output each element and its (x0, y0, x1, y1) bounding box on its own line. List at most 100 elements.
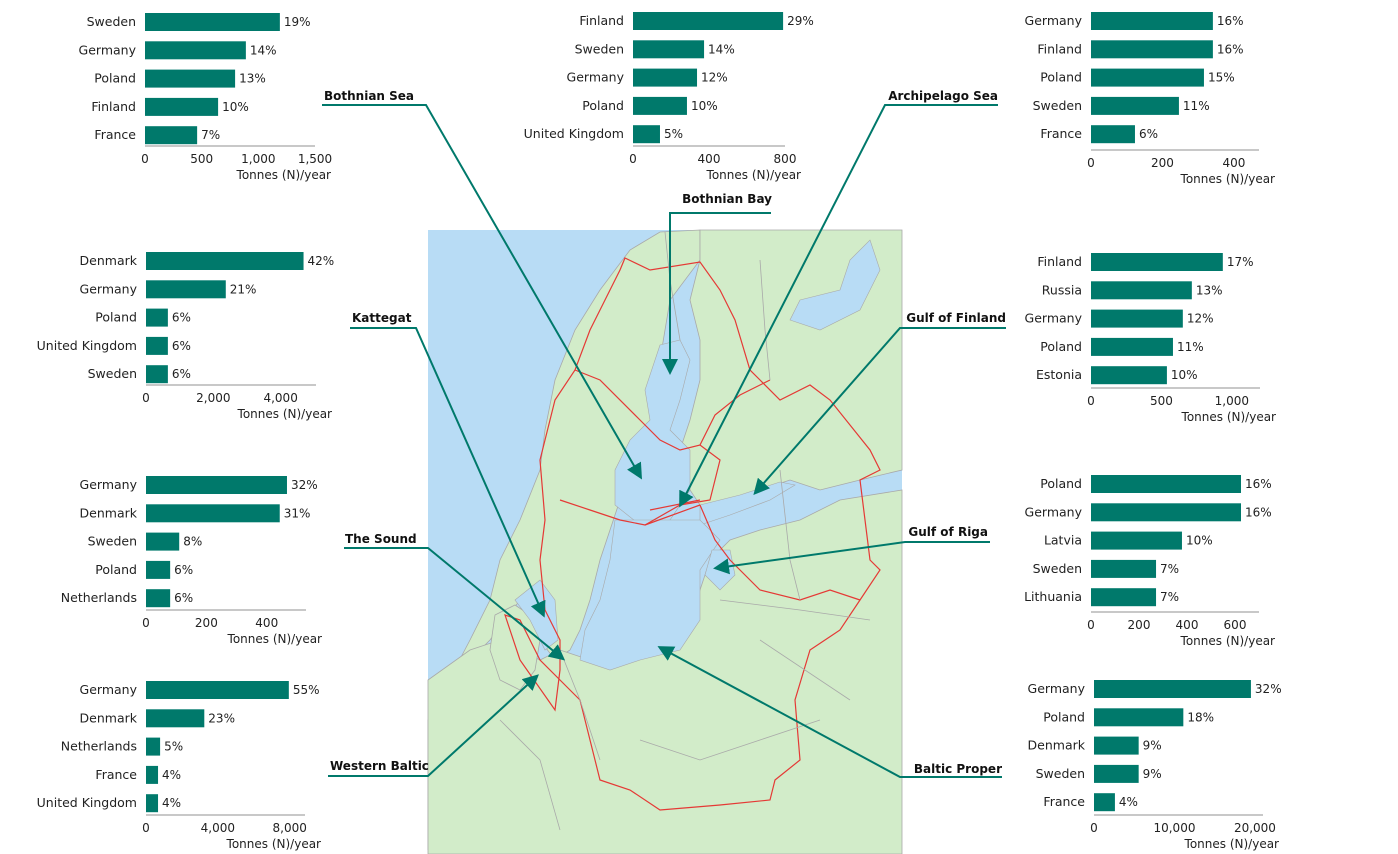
category-label: Netherlands (61, 739, 137, 754)
tick-label: 200 (1128, 618, 1151, 632)
tick-label: 200 (1151, 156, 1174, 170)
bar-germany (1091, 309, 1183, 328)
value-label: 10% (1186, 534, 1213, 548)
category-label: Germany (1028, 681, 1086, 696)
bar-france (1094, 793, 1115, 812)
x-axis-title: Tonnes (N)/year (1180, 172, 1276, 186)
category-label: Finland (579, 13, 624, 28)
category-label: Estonia (1036, 367, 1082, 382)
category-label: Poland (1040, 339, 1082, 354)
x-axis-title: Tonnes (N)/year (1181, 410, 1277, 424)
category-label: Sweden (1033, 561, 1082, 576)
category-label: Germany (80, 281, 138, 296)
category-label: United Kingdom (37, 338, 137, 353)
tick-label: 0 (1087, 618, 1095, 632)
value-label: 6% (1139, 127, 1158, 141)
bar-germany (146, 476, 287, 494)
value-label: 5% (664, 127, 683, 141)
bar-sweden (146, 365, 168, 384)
tick-label: 0 (142, 391, 150, 405)
bar-denmark (146, 252, 304, 270)
tick-label: 500 (1150, 394, 1173, 408)
value-label: 18% (1187, 710, 1214, 724)
x-axis-title: Tonnes (N)/year (1180, 634, 1276, 648)
tick-label: 2,000 (196, 391, 230, 405)
region-label-the-sound: The Sound (345, 532, 417, 546)
chart-baltic-proper: Germany 32% Poland 18% Denmark 9% Sweden 9% Fran… (1028, 680, 1282, 851)
bar-finland (1091, 40, 1213, 59)
category-label: Sweden (87, 14, 136, 29)
category-label: Germany (567, 70, 625, 85)
category-label: Denmark (80, 253, 138, 268)
bar-poland (1091, 68, 1204, 87)
bar-sweden (1091, 96, 1179, 115)
bar-poland (1094, 708, 1184, 727)
region-label-western-baltic: Western Baltic (330, 759, 429, 773)
value-label: 11% (1183, 99, 1210, 113)
value-label: 55% (293, 683, 320, 697)
x-axis-title: Tonnes (N)/year (1184, 837, 1280, 851)
bar-poland (146, 560, 171, 579)
value-label: 5% (164, 740, 183, 754)
tick-label: 400 (1223, 156, 1246, 170)
bar-france (1091, 125, 1135, 144)
chart-bothnian-bay: Germany 16% Finland 16% Poland 15% Sweden 11% Fr… (1025, 12, 1276, 186)
bar-united-kingdom (146, 336, 168, 355)
category-label: Poland (1040, 476, 1082, 491)
tick-label: 400 (698, 152, 721, 166)
category-label: Germany (1025, 13, 1083, 28)
figure: Bothnian Sea Bothnian Bay Archipelago Se… (37, 12, 1282, 854)
bar-germany (1091, 12, 1213, 30)
category-label: Germany (1025, 504, 1083, 519)
bar-germany (146, 280, 226, 299)
x-axis-title: Tonnes (N)/year (706, 168, 802, 182)
tick-label: 200 (195, 616, 218, 630)
tick-label: 4,000 (263, 391, 297, 405)
value-label: 9% (1143, 739, 1162, 753)
bar-sweden (145, 13, 280, 31)
bar-finland (633, 12, 784, 30)
tick-label: 400 (1176, 618, 1199, 632)
value-label: 9% (1143, 767, 1162, 781)
bar-poland (146, 308, 168, 327)
category-label: Finland (1037, 254, 1082, 269)
chart-kattegat: Denmark 42% Germany 21% Poland 6% United Kingd… (37, 252, 335, 421)
category-label: Finland (1037, 41, 1082, 56)
value-label: 6% (172, 339, 191, 353)
bar-estonia (1091, 366, 1167, 385)
bar-poland (1091, 475, 1241, 493)
baltic-map (427, 229, 903, 854)
category-label: Sweden (1036, 766, 1085, 781)
category-label: Sweden (1033, 98, 1082, 113)
chart-archipelago-sea: Finland 29% Sweden 14% Germany 12% Poland 10% Un… (524, 12, 814, 182)
bar-poland (1091, 337, 1173, 356)
bar-netherlands (146, 737, 161, 756)
region-label-bothnian-sea: Bothnian Sea (324, 89, 414, 103)
value-label: 16% (1245, 477, 1272, 491)
value-label: 16% (1217, 14, 1244, 28)
category-label: Poland (582, 98, 624, 113)
value-label: 6% (174, 563, 193, 577)
category-label: United Kingdom (524, 126, 624, 141)
bar-poland (145, 69, 236, 88)
category-label: Sweden (575, 41, 624, 56)
value-label: 14% (708, 42, 735, 56)
category-label: United Kingdom (37, 795, 137, 810)
bar-germany (145, 41, 246, 60)
value-label: 32% (1255, 682, 1282, 696)
category-label: Lithuania (1024, 589, 1082, 604)
value-label: 31% (284, 506, 311, 520)
bar-sweden (146, 532, 180, 551)
category-label: Denmark (80, 505, 138, 520)
value-label: 16% (1245, 505, 1272, 519)
tick-label: 1,000 (241, 152, 275, 166)
tick-label: 1,000 (1215, 394, 1249, 408)
chart-western-baltic: Germany 55% Denmark 23% Netherlands 5% France 4… (37, 681, 321, 851)
category-label: Sweden (88, 534, 137, 549)
bar-lithuania (1091, 588, 1157, 607)
region-label-gulf-of-riga: Gulf of Riga (908, 525, 988, 539)
value-label: 13% (1196, 283, 1223, 297)
value-label: 42% (308, 254, 335, 268)
value-label: 11% (1177, 340, 1204, 354)
value-label: 12% (701, 71, 728, 85)
